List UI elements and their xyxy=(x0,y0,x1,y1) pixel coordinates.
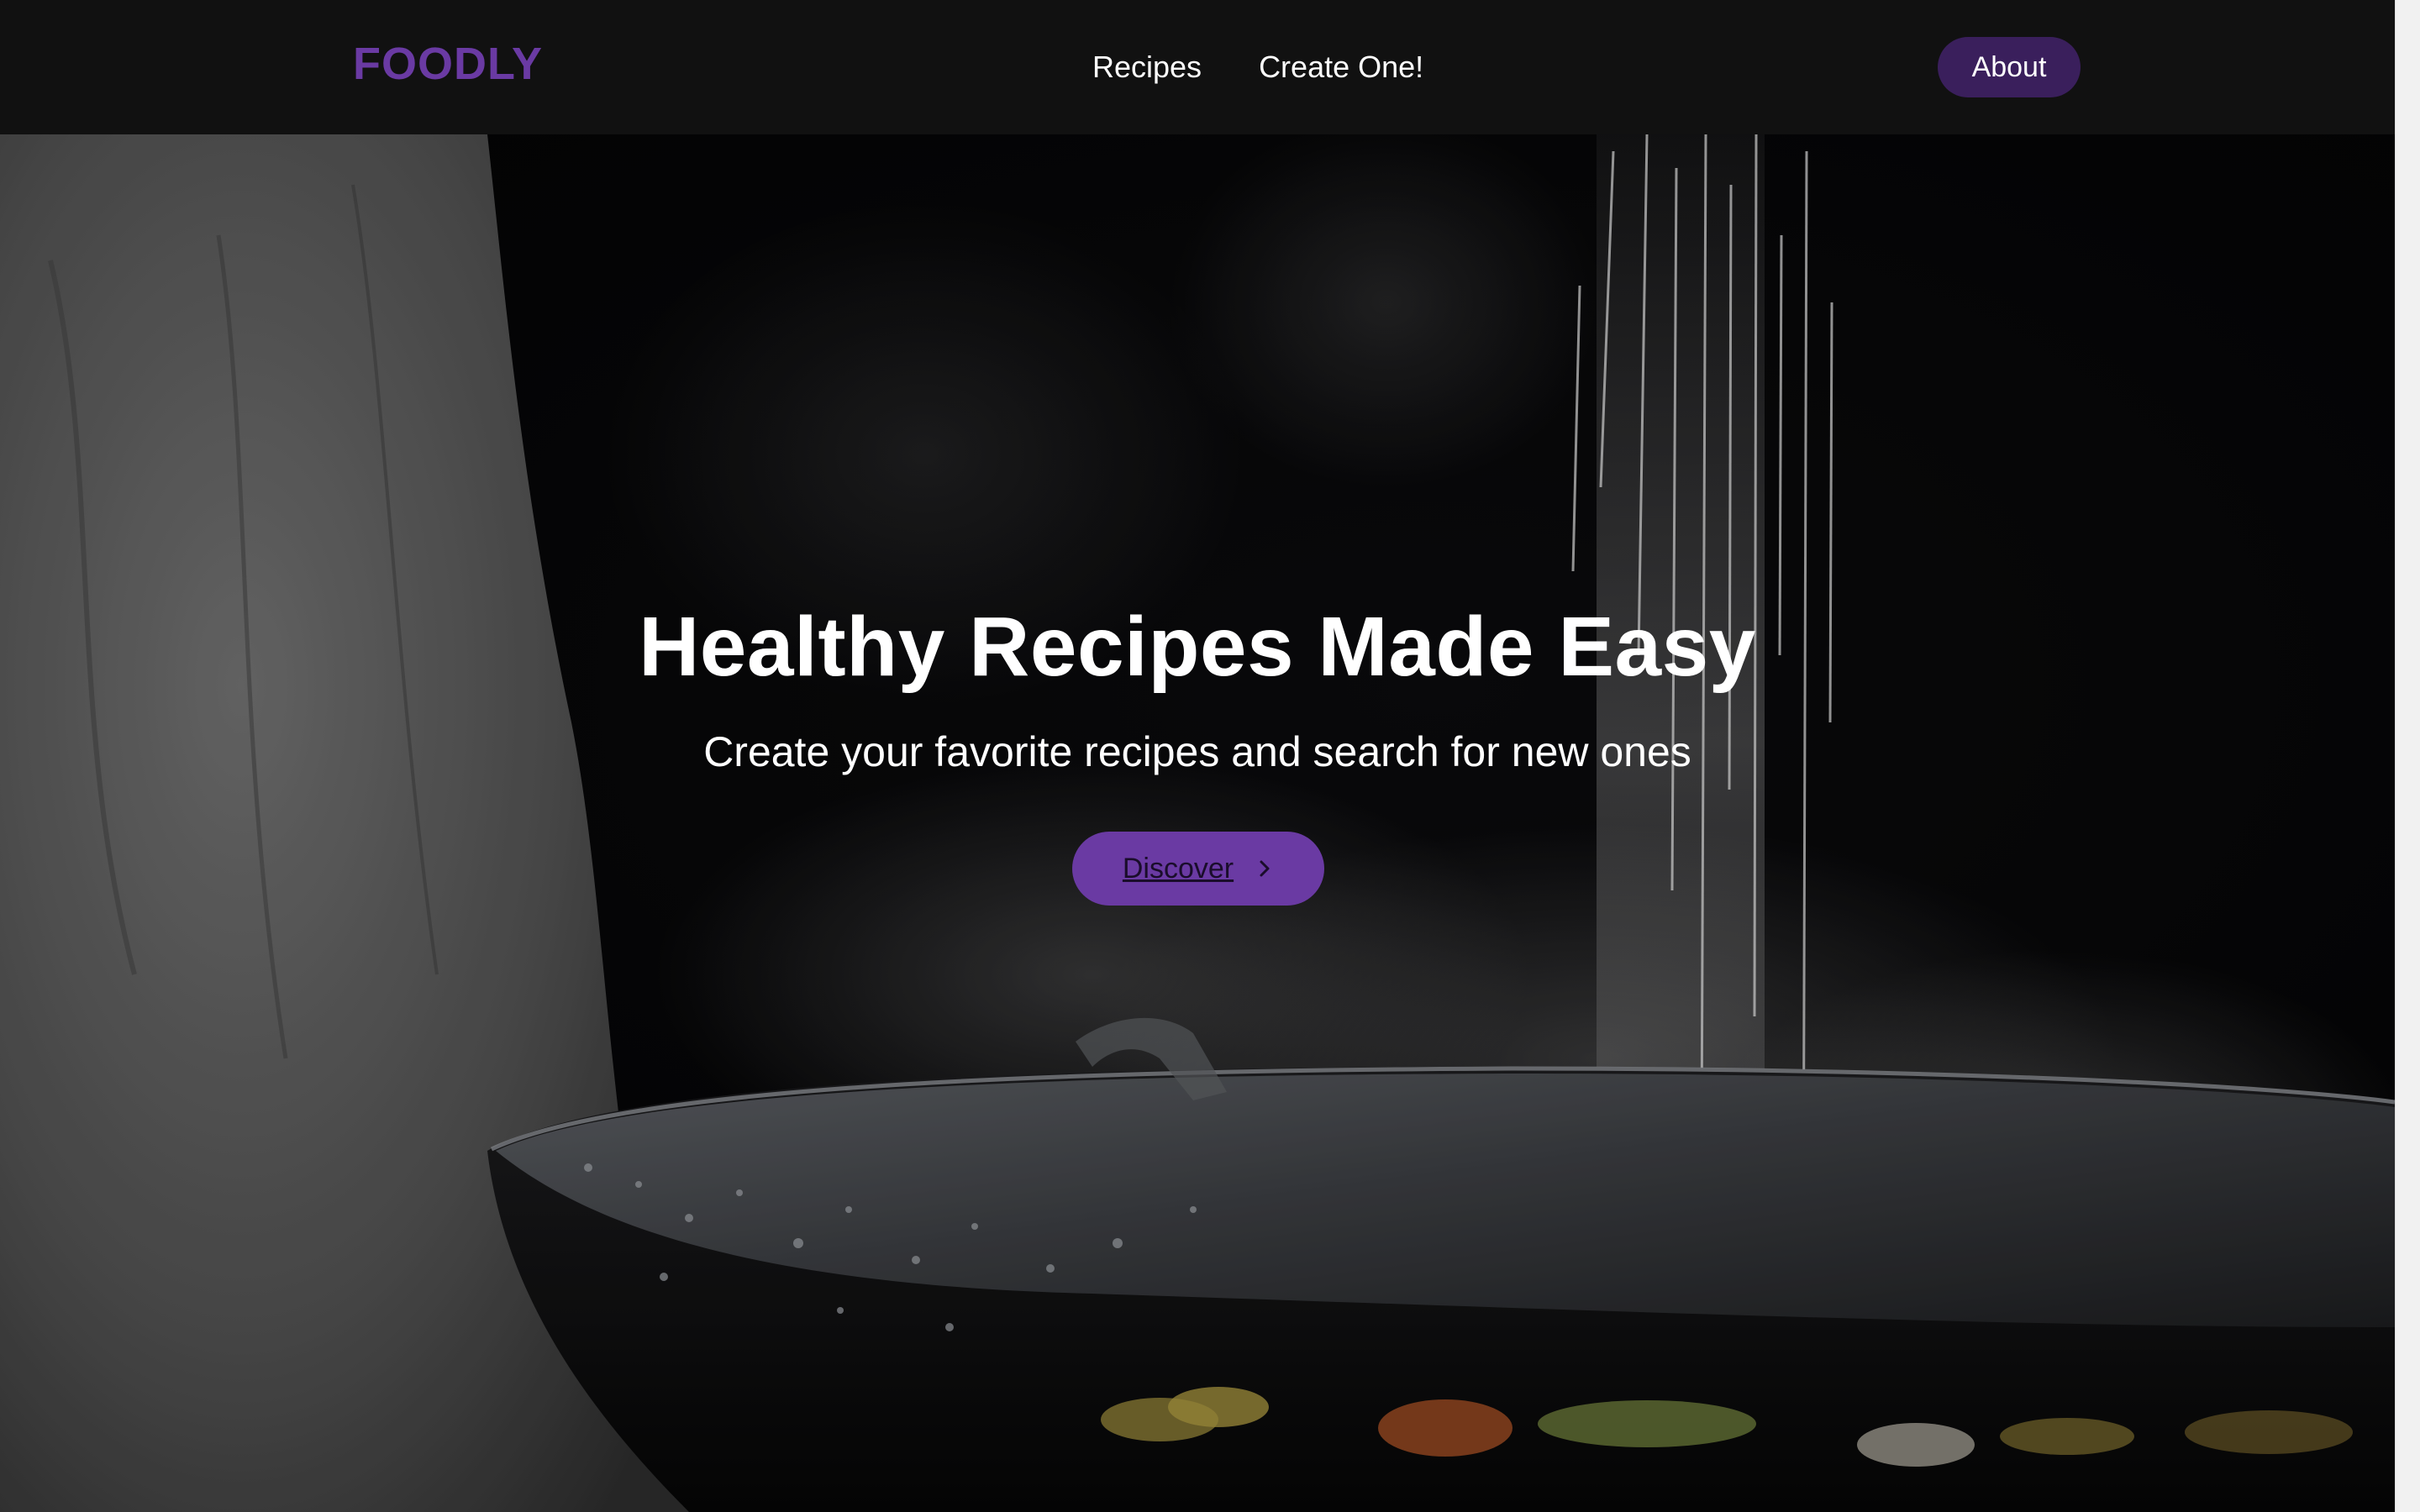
nav-links: Recipes Create One! xyxy=(1092,42,1423,92)
hero-overlay xyxy=(0,134,2395,1512)
hero-title: Healthy Recipes Made Easy xyxy=(639,600,1756,694)
discover-label: Discover xyxy=(1122,852,1234,885)
nav-link-create-one[interactable]: Create One! xyxy=(1259,44,1423,91)
hero: Healthy Recipes Made Easy Create your fa… xyxy=(0,134,2395,1512)
discover-button[interactable]: Discover xyxy=(1072,832,1324,906)
chevron-right-icon xyxy=(1260,860,1270,877)
page: FOODLY Recipes Create One! About Healthy… xyxy=(0,0,2420,1512)
nav-link-recipes[interactable]: Recipes xyxy=(1092,44,1202,91)
logo[interactable]: FOODLY xyxy=(353,34,543,94)
hero-subtitle: Create your favorite recipes and search … xyxy=(703,728,1691,775)
about-button[interactable]: About xyxy=(1938,37,2081,97)
navbar: FOODLY Recipes Create One! About xyxy=(0,0,2395,134)
page-scrollbar[interactable] xyxy=(2395,0,2420,1512)
